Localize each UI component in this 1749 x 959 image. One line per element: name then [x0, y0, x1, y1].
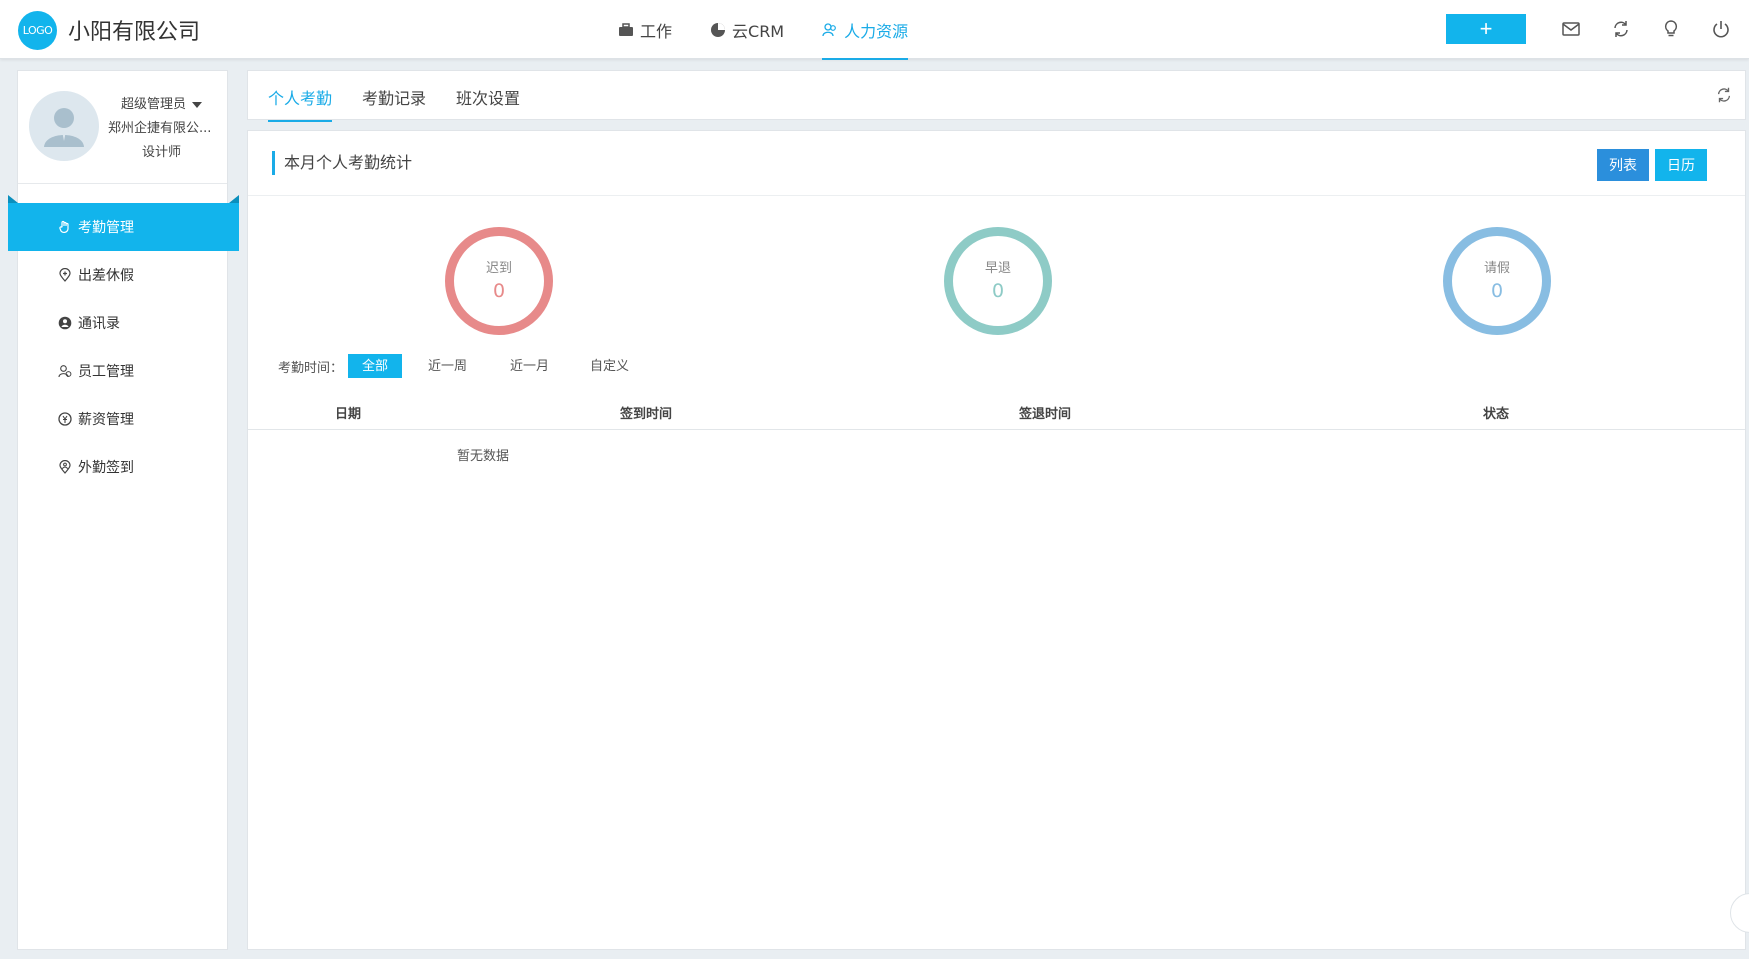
- sidebar-item-salary[interactable]: 薪资管理: [18, 395, 227, 443]
- sidebar-item-field-checkin[interactable]: 外勤签到: [18, 443, 227, 491]
- column-header-checkin-time[interactable]: 签到时间: [620, 403, 672, 422]
- user-title: 设计师: [142, 145, 182, 160]
- late-stat-label: 迟到: [485, 260, 512, 276]
- sidebar-item-label: 考勤管理: [78, 220, 134, 236]
- column-header-status[interactable]: 状态: [1483, 403, 1509, 422]
- early-leave-stat: 早退 0: [944, 227, 1052, 335]
- pin-icon: [59, 460, 71, 474]
- divider: [18, 183, 227, 184]
- section-title: 本月个人考勤统计: [272, 151, 412, 175]
- logo[interactable]: LOGO: [18, 11, 57, 50]
- main-nav: 工作 云CRM 人力资源: [618, 0, 946, 60]
- user-avatar-icon: [44, 108, 84, 147]
- late-stat-value: 0: [492, 279, 506, 302]
- early-leave-stat-label: 早退: [984, 260, 1011, 276]
- main-panel: 本月个人考勤统计 列表 日历 迟到 0 早退 0 请假 0 考勤时间： 全部 近…: [247, 130, 1746, 950]
- sidebar-item-travel-leave[interactable]: 出差休假: [18, 251, 227, 299]
- refresh-icon[interactable]: [1715, 86, 1733, 104]
- tab-bar: 个人考勤 考勤记录 班次设置: [247, 70, 1746, 122]
- sidebar-item-label: 通讯录: [78, 316, 120, 332]
- sidebar: 超级管理员 郑州企捷有限公... 设计师 考勤管理 出差休假 通讯录 员工管理 …: [8, 70, 239, 950]
- sidebar-menu: 考勤管理 出差休假 通讯录 员工管理 薪资管理 外勤签到: [8, 195, 239, 491]
- early-leave-stat-value: 0: [991, 279, 1005, 302]
- nav-work[interactable]: 工作: [618, 0, 672, 59]
- filter-custom-button[interactable]: 自定义: [576, 354, 643, 378]
- filter-label: 考勤时间：: [278, 361, 344, 376]
- leave-stat-value: 0: [1490, 279, 1504, 302]
- calendar-view-button[interactable]: 日历: [1655, 149, 1707, 181]
- sidebar-item-staff[interactable]: 员工管理: [18, 347, 227, 395]
- column-header-checkout-time[interactable]: 签退时间: [1019, 403, 1071, 422]
- sidebar-item-label: 薪资管理: [78, 412, 134, 428]
- sidebar-item-label: 员工管理: [78, 364, 134, 380]
- pie-chart-icon: [711, 22, 726, 37]
- user-role: 超级管理员: [121, 97, 187, 112]
- filter-all-button[interactable]: 全部: [348, 354, 403, 378]
- nav-hr[interactable]: 人力资源: [822, 0, 909, 60]
- table-header-divider: [248, 429, 1745, 430]
- tab-shift-settings[interactable]: 班次设置: [456, 85, 520, 120]
- hand-icon: [59, 220, 69, 233]
- avatar[interactable]: [29, 91, 99, 161]
- filter-week-button[interactable]: 近一周: [414, 354, 481, 378]
- salary-icon: [58, 412, 72, 426]
- late-stat: 迟到 0: [445, 227, 553, 335]
- top-bar: LOGO 小阳有限公司 工作 云CRM 人力资源 +: [0, 0, 1749, 60]
- power-icon[interactable]: [1711, 19, 1731, 39]
- sidebar-item-label: 外勤签到: [78, 460, 134, 476]
- lightbulb-icon[interactable]: [1661, 19, 1681, 39]
- caret-down-icon: [192, 101, 203, 108]
- nav-hr-label: 人力资源: [844, 21, 909, 41]
- user-company: 郑州企捷有限公...: [108, 121, 212, 136]
- mail-icon[interactable]: [1561, 19, 1581, 39]
- list-view-button[interactable]: 列表: [1597, 149, 1649, 181]
- location-plus-icon: [59, 268, 71, 282]
- people-icon: [822, 22, 837, 36]
- sidebar-item-label: 出差休假: [78, 268, 134, 284]
- refresh-icon[interactable]: [1611, 19, 1631, 39]
- user-role-dropdown[interactable]: 超级管理员: [121, 93, 203, 112]
- briefcase-icon: [619, 22, 633, 36]
- empty-state-text: 暂无数据: [457, 449, 510, 464]
- tab-personal-attendance[interactable]: 个人考勤: [268, 85, 333, 122]
- tab-attendance-records[interactable]: 考勤记录: [362, 85, 426, 120]
- sidebar-item-attendance[interactable]: 考勤管理: [8, 195, 239, 251]
- leave-stat: 请假 0: [1443, 227, 1551, 335]
- contact-icon: [58, 316, 72, 330]
- filter-month-button[interactable]: 近一月: [496, 354, 563, 378]
- add-button[interactable]: +: [1446, 14, 1526, 44]
- column-header-date[interactable]: 日期: [335, 403, 361, 422]
- staff-icon: [58, 365, 72, 378]
- leave-stat-label: 请假: [1483, 260, 1510, 276]
- nav-crm-label: 云CRM: [732, 21, 785, 41]
- divider: [248, 195, 1745, 196]
- nav-crm[interactable]: 云CRM: [710, 0, 784, 59]
- sidebar-item-contacts[interactable]: 通讯录: [18, 299, 227, 347]
- nav-work-label: 工作: [640, 21, 673, 41]
- company-name: 小阳有限公司: [68, 20, 201, 45]
